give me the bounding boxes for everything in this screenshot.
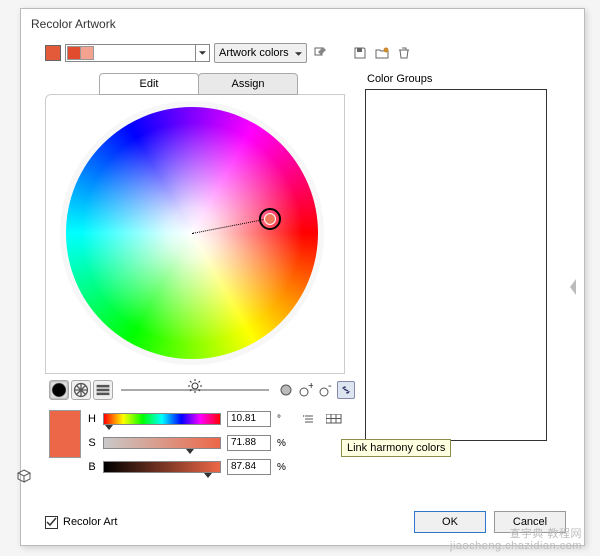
save-group-icon[interactable]	[351, 44, 369, 62]
swatch-1	[67, 46, 81, 60]
panel-collapse-icon[interactable]	[568, 279, 582, 299]
dropdown-caret-icon[interactable]	[195, 45, 209, 61]
top-toolbar: Artwork colors	[21, 43, 584, 73]
wheel-tool-row: + -	[45, 374, 355, 404]
h-label: H	[87, 413, 97, 425]
hsb-controls: H 10.81 ° S 71.88 % B	[45, 404, 355, 511]
chevron-down-icon	[295, 47, 302, 59]
color-group-preview-dropdown[interactable]	[65, 44, 210, 62]
saturation-input[interactable]: 71.88	[227, 435, 271, 451]
hue-input[interactable]: 10.81	[227, 411, 271, 427]
recolor-art-checkbox[interactable]	[45, 516, 58, 529]
s-label: S	[87, 437, 97, 449]
brightness-slider[interactable]	[121, 389, 269, 391]
recolor-art-label: Recolor Art	[63, 516, 117, 528]
tool-circle-icon[interactable]	[277, 381, 295, 399]
mode-menu-icon[interactable]	[301, 410, 319, 428]
color-wheel[interactable]	[66, 107, 318, 359]
tab-edit[interactable]: Edit	[99, 73, 199, 95]
delete-group-icon[interactable]	[395, 44, 413, 62]
s-unit: %	[277, 438, 291, 449]
svg-text:-: -	[328, 383, 332, 392]
result-swatch	[49, 410, 81, 458]
edit-panel: Edit Assign + -	[45, 73, 355, 511]
swatch-grid-icon[interactable]	[325, 410, 343, 428]
smooth-wheel-icon[interactable]	[49, 380, 69, 400]
saturation-slider[interactable]	[103, 437, 221, 449]
preset-combo[interactable]: Artwork colors	[214, 43, 307, 63]
sun-icon	[188, 379, 202, 396]
tab-assign[interactable]: Assign	[198, 73, 298, 95]
hue-slider[interactable]	[103, 413, 221, 425]
color-handle[interactable]	[259, 208, 281, 230]
color-groups-label: Color Groups	[365, 73, 566, 85]
b-label: B	[87, 461, 97, 473]
active-color-swatch[interactable]	[45, 45, 61, 61]
h-unit: °	[277, 414, 291, 425]
color-groups-list[interactable]	[365, 89, 547, 441]
recolor-artwork-dialog: Recolor Artwork Artwork colors	[20, 8, 585, 546]
preset-label: Artwork colors	[219, 47, 289, 59]
brightness-slider-hsb[interactable]	[103, 461, 221, 473]
swatch-2	[80, 46, 94, 60]
remove-color-icon[interactable]: -	[317, 381, 335, 399]
segmented-wheel-icon[interactable]	[71, 380, 91, 400]
cube-icon[interactable]	[17, 469, 31, 483]
dialog-footer: Recolor Art OK Cancel	[45, 511, 566, 533]
svg-text:+: +	[308, 383, 313, 392]
add-color-icon[interactable]: +	[297, 381, 315, 399]
dialog-title: Recolor Artwork	[21, 9, 584, 43]
bars-view-icon[interactable]	[93, 380, 113, 400]
cancel-button[interactable]: Cancel	[494, 511, 566, 533]
new-group-icon[interactable]	[373, 44, 391, 62]
b-unit: %	[277, 462, 291, 473]
tooltip: Link harmony colors	[341, 439, 451, 457]
ok-button[interactable]: OK	[414, 511, 486, 533]
edit-colors-icon[interactable]	[311, 44, 329, 62]
brightness-input[interactable]: 87.84	[227, 459, 271, 475]
link-harmony-button[interactable]	[337, 381, 355, 399]
